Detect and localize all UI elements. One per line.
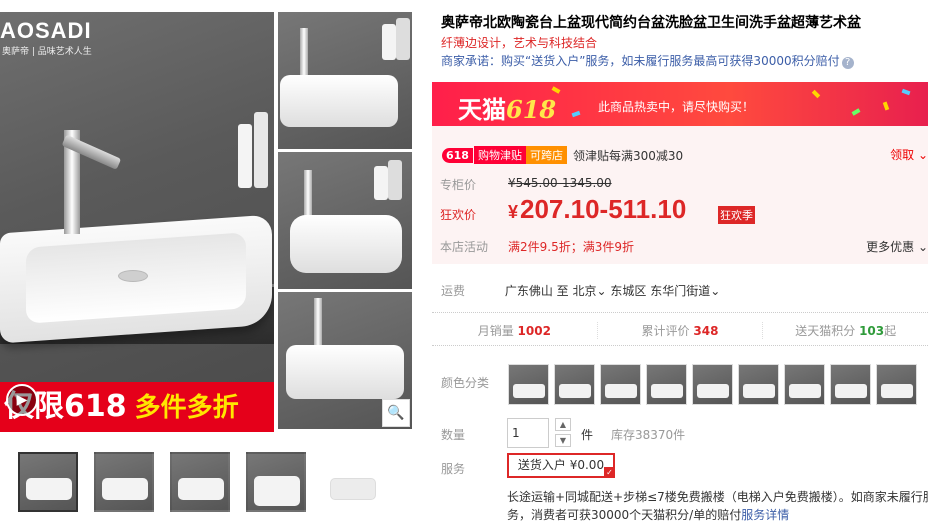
banner-text: 此商品热卖中，请尽快购买！: [598, 100, 755, 114]
promo-banner: 仅限618 多件多折: [0, 382, 274, 432]
image-gallery: AOSADI 奥萨帝 | 品味艺术人生 仅限618 多件多折 ▶ 🔍: [0, 12, 412, 432]
thumbnail-5[interactable]: [322, 452, 382, 512]
thumbnail-strip: [18, 452, 382, 512]
total-reviews[interactable]: 累计评价 348: [598, 322, 764, 339]
side-images: 🔍: [278, 12, 412, 432]
ship-to-word: 至: [556, 284, 569, 298]
brand-logo: AOSADI: [0, 18, 92, 43]
sales-stats: 月销量 1002 累计评价 348 送天猫积分 103起: [432, 322, 928, 339]
quantity-input[interactable]: [507, 418, 549, 448]
coupon-tag-cross-store: 可跨店: [525, 146, 567, 164]
color-swatch[interactable]: [784, 364, 825, 405]
color-swatch[interactable]: [508, 364, 549, 405]
merchant-promise[interactable]: 商家承诺：购买“送货入户”服务，如未履行服务最高可获得30000积分赔付?: [441, 52, 854, 69]
quantity-unit: 件: [581, 428, 594, 442]
ship-from: 广东佛山: [504, 284, 553, 298]
bottle: [254, 112, 268, 188]
side-image: [278, 152, 412, 289]
tmall-points: 送天猫积分 103起: [795, 324, 897, 338]
coupon-tag: 购物津贴: [473, 146, 526, 164]
quantity-label: 数量: [441, 428, 466, 442]
sale-badge: 狂欢季: [718, 206, 755, 224]
drain-shape: [118, 270, 148, 282]
quantity-increase-button[interactable]: ▲: [555, 418, 571, 431]
color-swatch[interactable]: [738, 364, 779, 405]
play-icon[interactable]: ▶: [6, 384, 38, 416]
more-promotions-link[interactable]: 更多优惠 ⌄: [866, 238, 928, 255]
main-product-image[interactable]: AOSADI 奥萨帝 | 品味艺术人生 仅限618 多件多折 ▶: [0, 12, 274, 432]
chevron-down-icon: ⌄: [917, 148, 928, 162]
color-swatch[interactable]: [876, 364, 917, 405]
store-promo: 满2件9.5折；满3件9折: [508, 240, 634, 254]
original-price: ¥545.00-1345.00: [508, 176, 612, 190]
bottle: [238, 124, 252, 188]
price-section: 618 购物津贴 可跨店 领津贴每满300减30 领取 ⌄ 专柜价 ¥545.0…: [432, 126, 928, 264]
divider: [432, 312, 928, 313]
shipping-label: 运费: [441, 284, 466, 298]
magnifier-icon[interactable]: 🔍: [382, 399, 410, 427]
thumbnail-1[interactable]: [18, 452, 78, 512]
coupon-618-badge: 618: [442, 147, 473, 163]
service-option-delivery[interactable]: 送货入户 ¥0.00: [507, 453, 615, 478]
thumbnail-2[interactable]: [94, 452, 154, 512]
original-price-label: 专柜价: [440, 178, 477, 192]
tmall-618-logo: 天猫618: [458, 95, 557, 124]
brand-slogan: 奥萨帝 | 品味艺术人生: [2, 47, 92, 57]
coupon-description: 领津贴每满300减30: [572, 148, 684, 163]
thumbnail-3[interactable]: [170, 452, 230, 512]
help-icon[interactable]: ?: [841, 57, 854, 69]
product-title: 奥萨帝北欧陶瓷台上盆现代简约台盆洗脸盆卫生间洗手盆超薄艺术盆: [441, 15, 861, 31]
sale-price-label: 狂欢价: [440, 208, 477, 222]
color-swatch[interactable]: [554, 364, 595, 405]
quantity-decrease-button[interactable]: ▼: [555, 434, 571, 447]
ship-to-street-select[interactable]: 东华门街道⌄: [650, 284, 720, 298]
stock-count: 库存38370件: [611, 428, 686, 442]
monthly-sales: 月销量 1002: [432, 322, 598, 339]
service-label: 服务: [441, 462, 466, 476]
service-description: 长途运输+同城配送+步梯≤7楼免费搬楼（电梯入户免费搬楼）。如商家未履行服 务，…: [507, 490, 928, 522]
color-swatch[interactable]: [830, 364, 871, 405]
side-image: 🔍: [278, 292, 412, 429]
color-swatch[interactable]: [600, 364, 641, 405]
chevron-down-icon: ⌄: [917, 240, 928, 254]
tmall-618-banner: 天猫618 此商品热卖中，请尽快购买！: [432, 82, 928, 126]
ship-to-district-select[interactable]: 东城区: [610, 284, 646, 298]
color-swatches: [508, 364, 917, 405]
coupon-row: 618 购物津贴 可跨店 领津贴每满300减30: [442, 146, 683, 164]
divider: [432, 345, 928, 346]
color-swatch[interactable]: [692, 364, 733, 405]
promo-highlight: 多件多折: [134, 393, 239, 423]
ship-to-city-select[interactable]: 北京⌄: [573, 284, 607, 298]
side-image: [278, 12, 412, 149]
service-details-link[interactable]: 服务详情: [741, 508, 789, 522]
store-promo-label: 本店活动: [440, 240, 489, 254]
color-option-label: 颜色分类: [441, 376, 490, 390]
sale-price: ¥207.10-511.10: [508, 194, 687, 224]
shipping-row: 运费 广东佛山 至 北京⌄ 东城区 东华门街道⌄: [441, 282, 720, 299]
claim-coupon-link[interactable]: 领取 ⌄: [890, 146, 928, 163]
color-swatch[interactable]: [646, 364, 687, 405]
product-subtitle: 纤薄边设计，艺术与科技结合: [441, 36, 598, 50]
thumbnail-4[interactable]: [246, 452, 306, 512]
promise-text: 商家承诺：购买“送货入户”服务，如未履行服务最高可获得30000积分赔付: [441, 54, 840, 68]
